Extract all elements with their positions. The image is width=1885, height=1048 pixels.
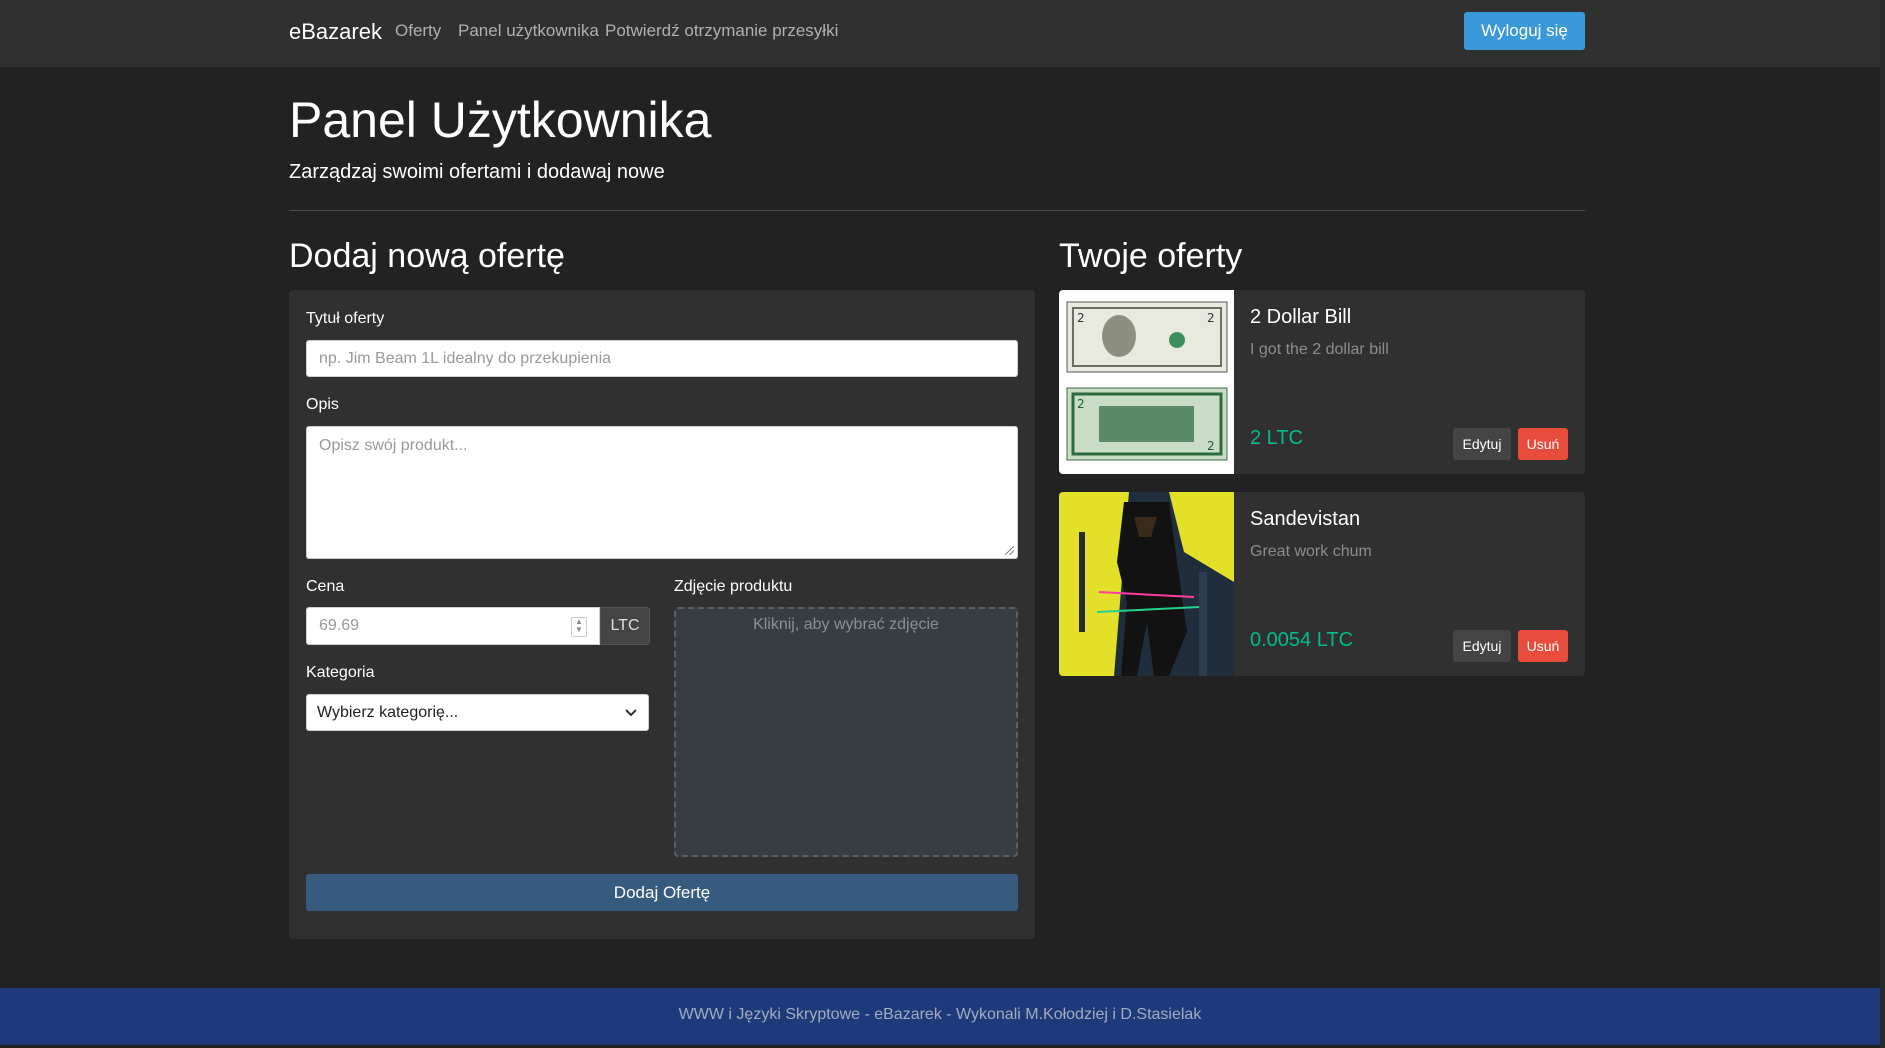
price-input[interactable]: 69.69 ▲ ▼	[306, 607, 600, 645]
page-title: Panel Użytkownika	[289, 92, 712, 148]
delete-offer-button[interactable]: Usuń	[1518, 630, 1568, 662]
logout-button[interactable]: Wyloguj się	[1464, 12, 1585, 50]
edit-offer-button[interactable]: Edytuj	[1453, 428, 1511, 460]
svg-text:2: 2	[1207, 311, 1215, 325]
description-label: Opis	[306, 396, 339, 413]
footer-text: WWW i Języki Skryptowe - eBazarek - Wyko…	[678, 1006, 1202, 1023]
description-placeholder: Opisz swój produkt...	[319, 437, 468, 454]
page-subtitle: Zarządzaj swoimi ofertami i dodawaj nowe	[289, 161, 665, 183]
category-select[interactable]: Wybierz kategorię...	[306, 694, 649, 731]
nav-link-offers[interactable]: Oferty	[395, 21, 441, 41]
title-input[interactable]: np. Jim Beam 1L idealny do przekupienia	[306, 340, 1018, 377]
image-label: Zdjęcie produktu	[674, 578, 793, 595]
offer-description: Great work chum	[1250, 543, 1372, 560]
price-label: Cena	[306, 578, 345, 595]
delete-offer-button[interactable]: Usuń	[1518, 428, 1568, 460]
image-dropzone[interactable]: Kliknij, aby wybrać zdjęcie	[674, 607, 1018, 857]
sandevistan-image	[1059, 492, 1234, 676]
nav-link-user-panel[interactable]: Panel użytkownika	[458, 21, 599, 41]
title-placeholder: np. Jim Beam 1L idealny do przekupienia	[319, 349, 612, 367]
offer-description: I got the 2 dollar bill	[1250, 341, 1389, 358]
svg-text:2: 2	[1077, 397, 1085, 411]
brand-logo[interactable]: eBazarek	[289, 19, 382, 45]
svg-text:2: 2	[1207, 439, 1215, 453]
nav-link-confirm-delivery[interactable]: Potwierdź otrzymanie przesyłki	[605, 21, 838, 41]
title-label: Tytuł oferty	[306, 310, 385, 327]
currency-addon: LTC	[600, 607, 650, 645]
edit-offer-button[interactable]: Edytuj	[1453, 630, 1511, 662]
your-offers-heading: Twoje oferty	[1059, 237, 1243, 275]
scrollbar[interactable]	[1880, 0, 1885, 1048]
offer-price: 0.0054 LTC	[1250, 629, 1354, 651]
offer-title: 2 Dollar Bill	[1250, 306, 1352, 328]
divider	[289, 210, 1585, 211]
svg-text:2: 2	[1077, 311, 1085, 325]
footer: WWW i Języki Skryptowe - eBazarek - Wyko…	[0, 988, 1880, 1045]
number-spinner-icon[interactable]: ▲ ▼	[571, 617, 587, 637]
offer-card: Sandevistan Great work chum 0.0054 LTC E…	[1059, 492, 1585, 676]
add-offer-heading: Dodaj nową ofertę	[289, 237, 565, 275]
navbar: eBazarek Oferty Panel użytkownika Potwie…	[0, 0, 1880, 67]
dollar-bill-image: 2 2 2 2	[1059, 290, 1234, 474]
category-label: Kategoria	[306, 664, 375, 681]
category-selected-value: Wybierz kategorię...	[317, 703, 459, 721]
description-textarea[interactable]: Opisz swój produkt...	[306, 426, 1018, 559]
chevron-down-icon	[625, 708, 637, 716]
offer-title: Sandevistan	[1250, 508, 1361, 530]
offer-card: 2 2 2 2 2 Dollar Bill I got the 2 dollar…	[1059, 290, 1585, 474]
image-dropzone-hint: Kliknij, aby wybrać zdjęcie	[753, 616, 939, 633]
add-offer-button[interactable]: Dodaj Ofertę	[306, 874, 1018, 911]
resize-handle-icon[interactable]	[1005, 546, 1014, 555]
offer-price: 2 LTC	[1250, 427, 1303, 449]
price-placeholder: 69.69	[319, 617, 360, 634]
